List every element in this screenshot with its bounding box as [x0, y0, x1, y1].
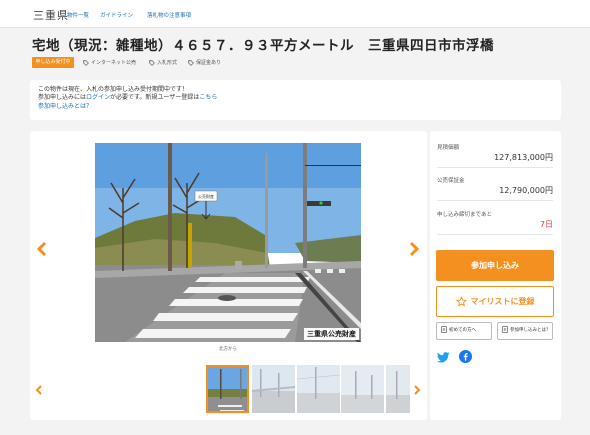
deposit-label: 公売保証金 [437, 178, 465, 184]
tag-icon [149, 59, 155, 66]
tag-icon [188, 59, 194, 66]
thumbnail-5[interactable] [386, 365, 410, 413]
document-icon [502, 326, 508, 333]
favorite-label: マイリストに登録 [470, 297, 535, 306]
estimate-label: 見積価額 [437, 145, 460, 151]
prev-photo-button[interactable] [32, 235, 52, 263]
add-to-mylist-button[interactable]: マイリストに登録 [436, 286, 554, 317]
twitter-icon [436, 352, 450, 363]
deadline-days: 7日 [539, 220, 553, 229]
document-icon [441, 326, 447, 333]
tag-internet-auction: インターネット公売 [83, 59, 136, 66]
divider [437, 234, 553, 235]
apply-button[interactable]: 参加申し込み [436, 250, 554, 281]
thumbnail-image [208, 367, 247, 411]
nav-link-guidelines[interactable]: ガイドライン [100, 11, 133, 19]
deadline-label: 申し込み締切まであと [437, 212, 492, 218]
site-logo[interactable]: 三重県 [33, 7, 69, 23]
about-apply-button[interactable]: 参加申し込みとは？ [497, 322, 553, 340]
thumbnail-2[interactable] [252, 365, 295, 413]
main-photo[interactable]: 公売財産 三重県公売財産 [95, 143, 361, 342]
nav-link-notes[interactable]: 落札物の注意事項 [147, 11, 191, 19]
divider [437, 167, 553, 168]
about-apply-label: 参加申し込みとは？ [510, 328, 551, 333]
status-badge: 申し込み受付中 [32, 57, 74, 68]
nav-link-property-list[interactable]: 物件一覧 [67, 11, 89, 19]
first-time-guide-button[interactable]: 初めての方へ [436, 322, 492, 340]
thumbnail-image [252, 365, 295, 413]
thumbnail-1[interactable] [206, 365, 249, 413]
tag-icon [83, 59, 89, 66]
tag-label: 入札形式 [157, 60, 178, 66]
thumbs-next-button[interactable] [411, 379, 423, 401]
photo-sign-text: 公売財産 [198, 193, 214, 199]
tag-bid-format: 入札形式 [149, 59, 177, 66]
estimate-value: 127,813,000円 [494, 153, 553, 162]
thumbnail-image [341, 365, 384, 413]
notice-text: が必要です。新規ユーザー登録は [110, 94, 200, 102]
register-link[interactable]: こちら [199, 94, 217, 101]
page-title: 宅地（現況：雑種地）４６５７．９３平方メートル 三重県四日市市浮橋 [32, 38, 494, 54]
divider [437, 200, 553, 201]
chevron-right-icon [414, 385, 421, 395]
login-link[interactable]: ログイン [86, 94, 110, 101]
tag-label: 保証金あり [196, 60, 222, 66]
next-photo-button[interactable] [404, 235, 424, 263]
photo-caption: 北方から [219, 347, 237, 352]
property-photo-image: 公売財産 [95, 143, 361, 342]
notice-box: この物件は現在、入札の参加申し込み受付期間中です！ 参加申し込みにはログインが必… [30, 80, 561, 120]
deposit-value: 12,790,000円 [499, 186, 553, 195]
thumbnail-image [297, 365, 340, 413]
chevron-left-icon [35, 385, 42, 395]
facebook-icon [459, 350, 472, 363]
thumbnail-image [386, 365, 410, 413]
thumbnail-3[interactable] [297, 365, 340, 413]
site-header: 三重県 物件一覧 ガイドライン 落札物の注意事項 [0, 0, 590, 28]
tag-label: インターネット公売 [91, 60, 137, 66]
notice-text: 参加申し込みには [38, 94, 87, 102]
first-time-label: 初めての方へ [449, 328, 476, 333]
photo-watermark: 三重県公売財産 [304, 328, 359, 340]
facebook-share-button[interactable] [459, 348, 472, 367]
notice-line-2: 参加申し込みにはログインが必要です。新規ユーザー登録はこちら [38, 94, 553, 102]
twitter-share-button[interactable] [436, 348, 450, 367]
chevron-right-icon [409, 241, 420, 257]
chevron-left-icon [36, 241, 47, 257]
tag-deposit: 保証金あり [188, 59, 221, 66]
thumbnail-4[interactable] [341, 365, 384, 413]
thumbs-prev-button[interactable] [33, 379, 45, 401]
star-icon [455, 296, 467, 307]
help-link[interactable]: 参加申し込みとは？ [38, 103, 553, 111]
